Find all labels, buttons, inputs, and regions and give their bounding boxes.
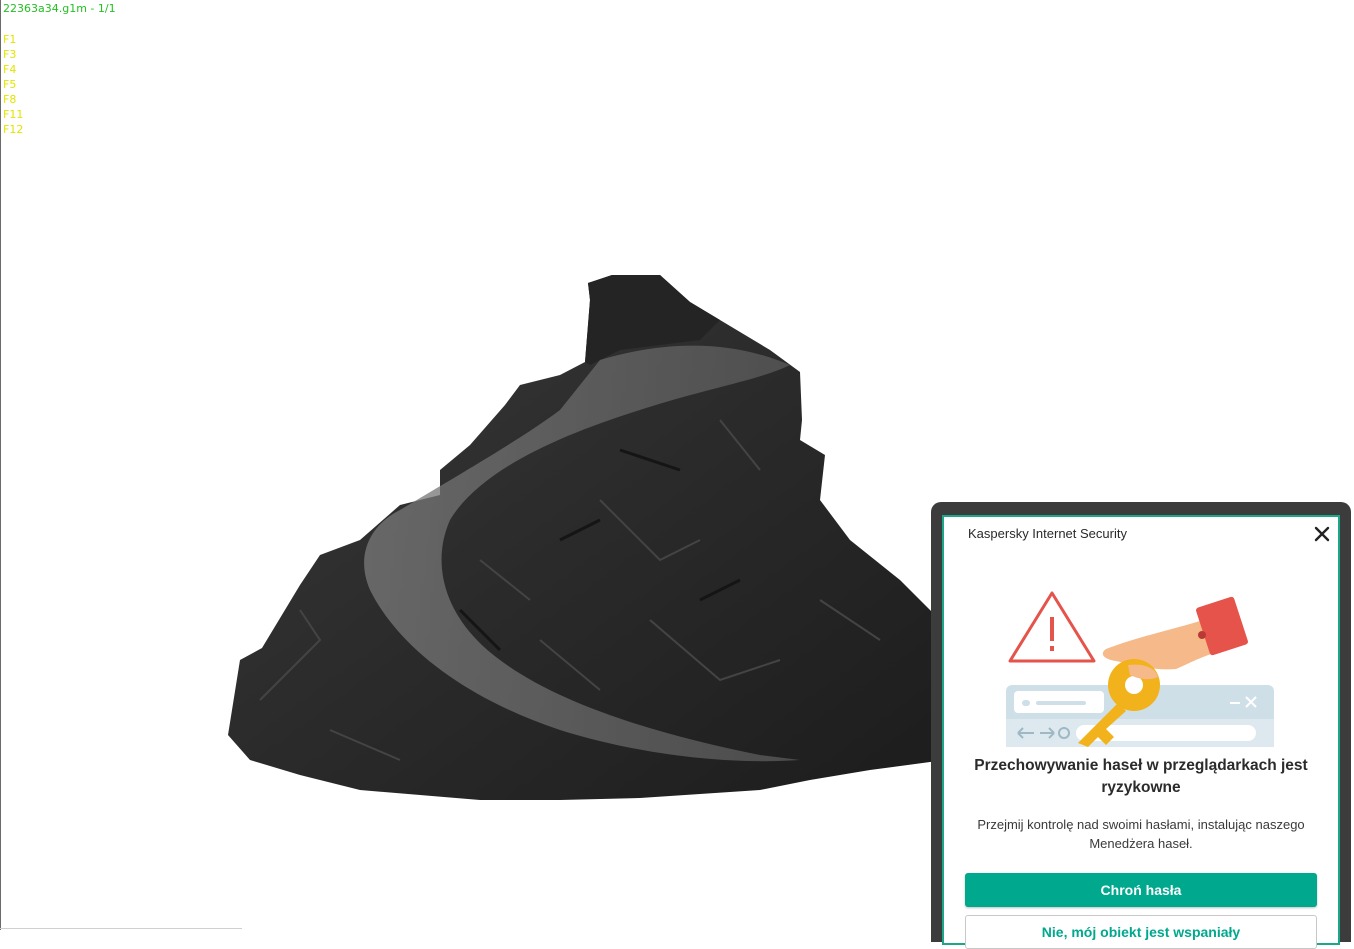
popup-heading: Przechowywanie haseł w przeglądarkach je… (974, 757, 1308, 796)
hotkey-f8: F8 (3, 93, 17, 106)
warning-icon (1008, 591, 1096, 663)
popup-app-name: Kaspersky Internet Security (968, 526, 1127, 541)
hotkey-list: F1 F3 F4 F5 F8 F11 F12 (3, 32, 23, 137)
hotkey-f3: F3 (3, 48, 17, 61)
hotkey-f4: F4 (3, 63, 17, 76)
viewport-border (0, 0, 1, 930)
kaspersky-notification: Kaspersky Internet Security Przechowywan… (942, 515, 1340, 949)
hotkey-f5: F5 (3, 78, 17, 91)
popup-body-text: Przejmij kontrolę nad swoimi hasłami, in… (977, 817, 1305, 851)
hotkey-f1: F1 (3, 33, 17, 46)
close-icon[interactable] (1310, 522, 1334, 546)
file-title: 22363a34.g1m - 1/1 (3, 2, 116, 15)
divider (0, 928, 242, 929)
protect-passwords-button[interactable]: Chroń hasła (965, 873, 1317, 907)
hotkey-f11: F11 (3, 108, 24, 121)
password-key-illustration (1006, 591, 1274, 747)
dismiss-button[interactable]: Nie, mój obiekt jest wspaniały (965, 915, 1317, 949)
hotkey-f12: F12 (3, 123, 24, 136)
